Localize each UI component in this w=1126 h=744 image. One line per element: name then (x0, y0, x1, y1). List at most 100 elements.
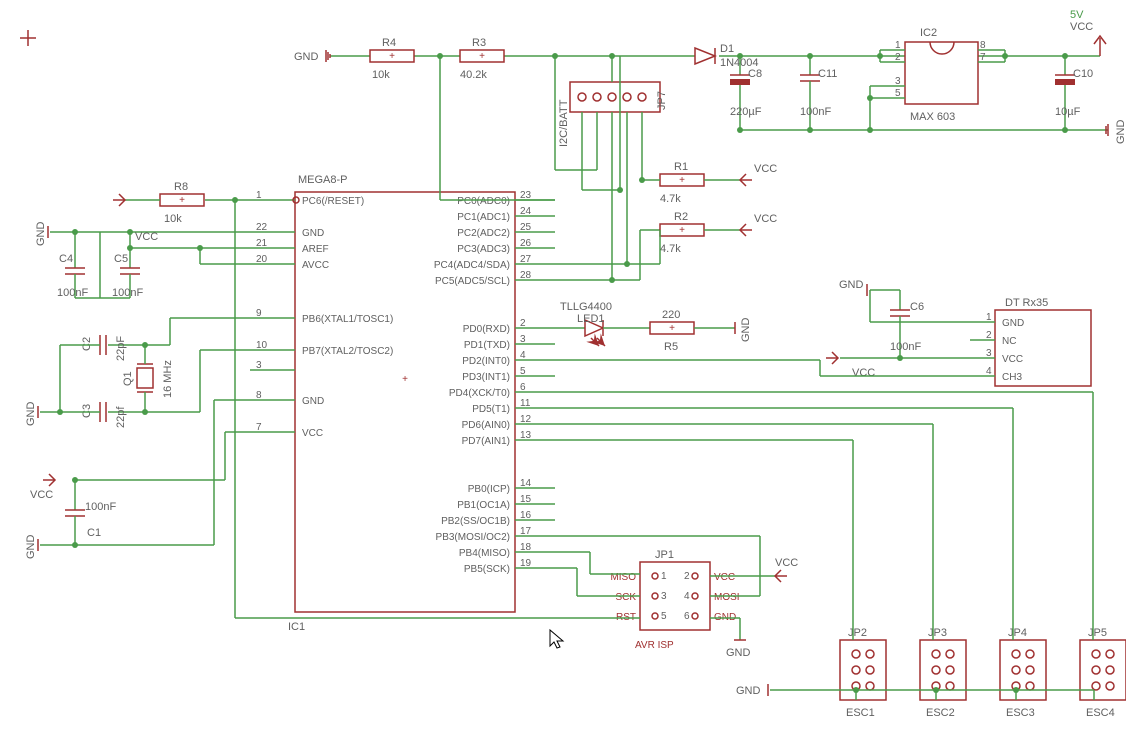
svg-text:PC1(ADC1): PC1(ADC1) (457, 212, 510, 223)
c5-cap: C5 100nF (112, 248, 143, 299)
c2-cap: C2 22pF (81, 335, 127, 361)
svg-text:+: + (679, 175, 685, 186)
svg-text:6: 6 (520, 382, 526, 393)
svg-text:100nF: 100nF (112, 287, 143, 299)
svg-text:PC4(ADC4/SDA): PC4(ADC4/SDA) (434, 260, 510, 271)
svg-text:6: 6 (684, 611, 690, 622)
svg-text:GND: GND (726, 647, 751, 659)
r1-resistor: + R1 4.7k (660, 161, 704, 205)
svg-text:PB0(ICP): PB0(ICP) (468, 484, 510, 495)
gnd-symbol: GND (35, 222, 48, 247)
svg-text:VCC: VCC (754, 163, 777, 175)
svg-text:GND: GND (1115, 120, 1126, 145)
svg-text:AREF: AREF (302, 244, 329, 255)
svg-text:Q1: Q1 (122, 371, 134, 386)
svg-text:SCK: SCK (615, 592, 636, 603)
svg-text:24: 24 (520, 206, 532, 217)
svg-text:R4: R4 (382, 37, 396, 49)
r3-resistor: + R3 40.2k (460, 37, 504, 81)
svg-text:VCC: VCC (754, 213, 777, 225)
svg-text:PC2(ADC2): PC2(ADC2) (457, 228, 510, 239)
svg-text:C4: C4 (59, 253, 73, 265)
ic1-ref: IC1 (288, 621, 305, 633)
svg-text:220µF: 220µF (730, 106, 762, 118)
c4-cap: C4 100nF (57, 232, 88, 299)
svg-text:100nF: 100nF (800, 106, 831, 118)
svg-text:C11: C11 (818, 68, 837, 80)
svg-text:PB6(XTAL1/TOSC1): PB6(XTAL1/TOSC1) (302, 314, 393, 325)
svg-text:DT Rx35: DT Rx35 (1005, 297, 1048, 309)
svg-text:C3: C3 (81, 404, 93, 418)
svg-text:3: 3 (661, 591, 667, 602)
svg-text:R5: R5 (664, 341, 678, 353)
svg-text:R1: R1 (674, 161, 688, 173)
svg-text:+: + (179, 195, 185, 206)
svg-text:PB2(SS/OC1B): PB2(SS/OC1B) (441, 516, 510, 527)
svg-text:VCC: VCC (775, 557, 798, 569)
vcc-arrow: VCC (740, 213, 777, 236)
svg-text:PD1(TXD): PD1(TXD) (464, 340, 510, 351)
svg-text:5V: 5V (1070, 9, 1084, 21)
svg-text:1: 1 (986, 312, 992, 323)
svg-text:PB3(MOSI/OC2): PB3(MOSI/OC2) (436, 532, 510, 543)
svg-text:MAX 603: MAX 603 (910, 111, 955, 123)
svg-text:CH3: CH3 (1002, 372, 1022, 383)
vcc-label: VCC (135, 231, 158, 243)
svg-text:+: + (389, 51, 395, 62)
svg-text:5: 5 (520, 366, 526, 377)
svg-text:TLLG4400: TLLG4400 (560, 301, 612, 313)
c10-cap: C10 10µF (1055, 56, 1093, 130)
svg-text:MOSI: MOSI (714, 592, 740, 603)
svg-text:JP2: JP2 (848, 627, 867, 639)
svg-text:1: 1 (895, 40, 901, 51)
svg-text:9: 9 (256, 308, 262, 319)
svg-text:7: 7 (256, 422, 262, 433)
svg-text:20: 20 (256, 254, 268, 265)
svg-text:PD6(AIN0): PD6(AIN0) (462, 420, 510, 431)
svg-text:8: 8 (980, 40, 986, 51)
svg-text:220: 220 (662, 309, 680, 321)
svg-text:22: 22 (256, 222, 268, 233)
svg-text:3: 3 (986, 348, 992, 359)
svg-text:GND: GND (302, 396, 324, 407)
svg-text:2: 2 (520, 318, 526, 329)
c1-cap: 100nF C1 (65, 498, 116, 545)
svg-text:18: 18 (520, 542, 532, 553)
svg-text:26: 26 (520, 238, 532, 249)
svg-text:C8: C8 (748, 68, 762, 80)
vcc-label: VCC (30, 489, 53, 501)
vcc-5v-symbol: 5V VCC (1070, 9, 1106, 56)
c3-cap: C3 22pf (81, 402, 127, 428)
svg-text:5: 5 (895, 88, 901, 99)
svg-text:4: 4 (520, 350, 526, 361)
jp1-avrisp: JP1 AVR ISP 12 34 56 MISO SCK RST VCC MO… (610, 549, 739, 651)
svg-text:VCC: VCC (1070, 21, 1093, 33)
vcc-label: VCC (852, 367, 875, 379)
svg-text:13: 13 (520, 430, 532, 441)
dt-rx35: DT Rx35 1GND 2NC 3VCC 4CH3 (970, 297, 1091, 386)
svg-text:PB5(SCK): PB5(SCK) (464, 564, 510, 575)
svg-text:PC6(/RESET): PC6(/RESET) (302, 196, 364, 207)
svg-text:21: 21 (256, 238, 268, 249)
svg-text:28: 28 (520, 270, 532, 281)
svg-text:NC: NC (1002, 336, 1016, 347)
svg-text:C10: C10 (1073, 68, 1093, 80)
svg-text:19: 19 (520, 558, 532, 569)
svg-text:PD4(XCK/T0): PD4(XCK/T0) (449, 388, 510, 399)
svg-text:4.7k: 4.7k (660, 243, 681, 255)
svg-text:GND: GND (294, 51, 319, 63)
svg-text:PD3(INT1): PD3(INT1) (462, 372, 510, 383)
svg-text:PD0(RXD): PD0(RXD) (463, 324, 510, 335)
svg-text:2: 2 (895, 52, 901, 63)
gnd-symbol: GND (726, 640, 751, 659)
ic2-max603: IC2 MAX 603 1 2 3 5 8 7 (880, 27, 1005, 123)
svg-text:LED1: LED1 (577, 313, 605, 325)
svg-text:AVCC: AVCC (302, 260, 329, 271)
svg-text:4: 4 (684, 591, 690, 602)
svg-text:I2C/BATT: I2C/BATT (558, 99, 570, 147)
svg-text:3: 3 (895, 76, 901, 87)
gnd-symbol: GND (25, 402, 38, 427)
svg-text:JP7: JP7 (656, 91, 668, 110)
svg-text:R2: R2 (674, 211, 688, 223)
vcc-arrow (113, 194, 125, 206)
